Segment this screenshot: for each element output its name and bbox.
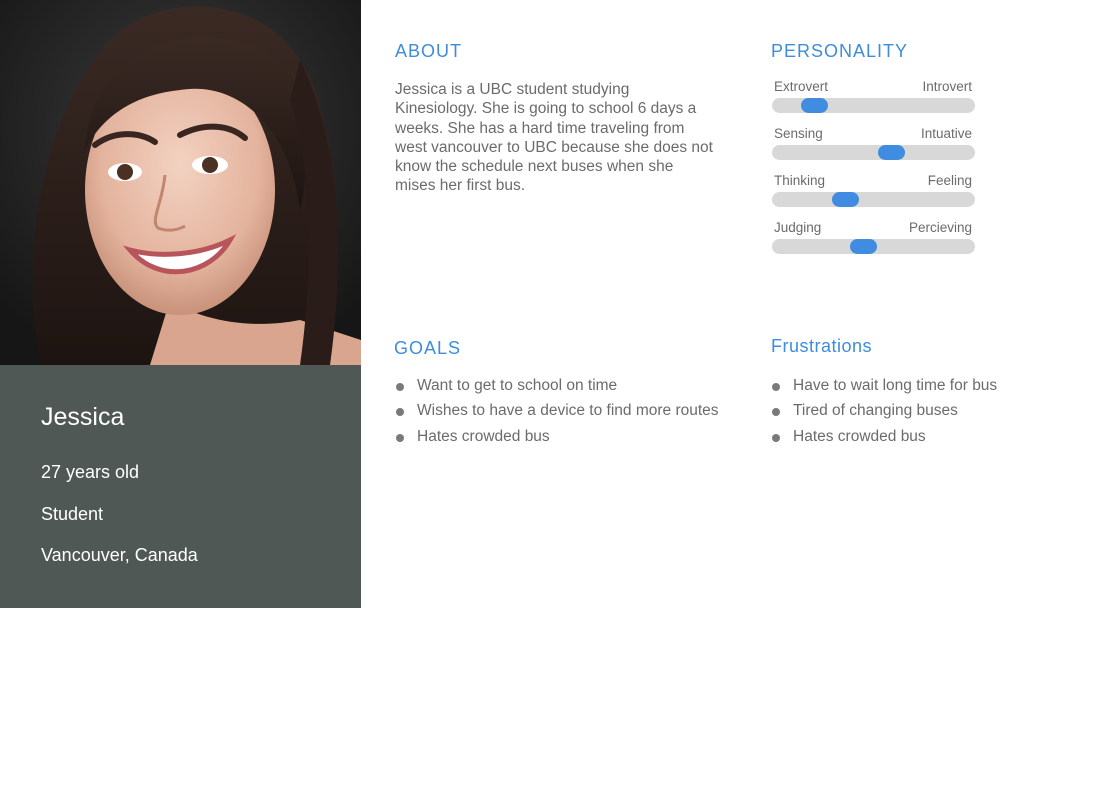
goal-text: Hates crowded bus bbox=[417, 427, 550, 445]
trait-slider: Thinking Feeling bbox=[772, 173, 975, 213]
bullet-icon bbox=[772, 433, 780, 442]
frustration-text: Tired of changing buses bbox=[793, 402, 958, 420]
trait-left-label: Thinking bbox=[774, 173, 826, 188]
trait-right-label: Percieving bbox=[908, 220, 972, 235]
list-item: Hates crowded bus bbox=[395, 428, 719, 453]
goal-text: Want to get to school on time bbox=[417, 377, 618, 394]
about-text: Jessica is a UBC student studying Kinesi… bbox=[395, 81, 713, 195]
goals-list: Want to get to school on time Wishes to … bbox=[395, 377, 719, 453]
trait-slider: Judging Percieving bbox=[772, 220, 975, 260]
trait-track bbox=[772, 239, 975, 254]
trait-knob bbox=[849, 239, 877, 254]
frustration-text: Hates crowded bus bbox=[793, 427, 926, 445]
profile-location: Vancouver, Canada bbox=[41, 545, 198, 565]
trait-track bbox=[772, 98, 975, 113]
list-item: Hates crowded bus bbox=[771, 428, 997, 453]
trait-knob bbox=[878, 145, 906, 160]
profile-name: Jessica bbox=[41, 403, 125, 431]
list-item: Tired of changing buses bbox=[771, 402, 997, 427]
personality-title: PERSONALITY bbox=[771, 41, 909, 61]
profile-photo bbox=[0, 0, 361, 365]
trait-left-label: Sensing bbox=[774, 126, 823, 141]
bullet-icon bbox=[772, 408, 780, 417]
trait-knob bbox=[831, 192, 859, 207]
bullet-icon bbox=[396, 433, 404, 442]
trait-knob bbox=[801, 98, 829, 113]
about-title: ABOUT bbox=[395, 41, 463, 61]
bullet-icon bbox=[772, 383, 780, 391]
trait-track bbox=[772, 192, 975, 207]
trait-right-label: Intuative bbox=[920, 126, 972, 141]
trait-slider: Extrovert Introvert bbox=[772, 79, 975, 119]
frustration-text: Have to wait long time for bus bbox=[793, 377, 998, 394]
trait-slider: Sensing Intuative bbox=[772, 126, 975, 166]
portrait-illustration bbox=[0, 0, 361, 365]
trait-left-label: Judging bbox=[774, 220, 822, 235]
frustrations-list: Have to wait long time for bus Tired of … bbox=[771, 377, 997, 453]
goals-title: GOALS bbox=[394, 338, 462, 358]
profile-age: 27 years old bbox=[41, 462, 140, 482]
list-item: Have to wait long time for bus bbox=[771, 377, 997, 402]
trait-track bbox=[772, 145, 975, 160]
trait-right-label: Introvert bbox=[922, 79, 972, 94]
bullet-icon bbox=[396, 383, 404, 391]
goal-text: Wishes to have a device to find more rou… bbox=[417, 402, 719, 420]
profile-card bbox=[0, 365, 361, 608]
frustrations-title: Frustrations bbox=[771, 336, 873, 356]
trait-left-label: Extrovert bbox=[774, 79, 829, 94]
list-item: Wishes to have a device to find more rou… bbox=[395, 402, 719, 427]
trait-right-label: Feeling bbox=[927, 173, 972, 188]
list-item: Want to get to school on time bbox=[395, 377, 719, 402]
profile-occupation: Student bbox=[41, 504, 104, 524]
bullet-icon bbox=[396, 408, 404, 417]
